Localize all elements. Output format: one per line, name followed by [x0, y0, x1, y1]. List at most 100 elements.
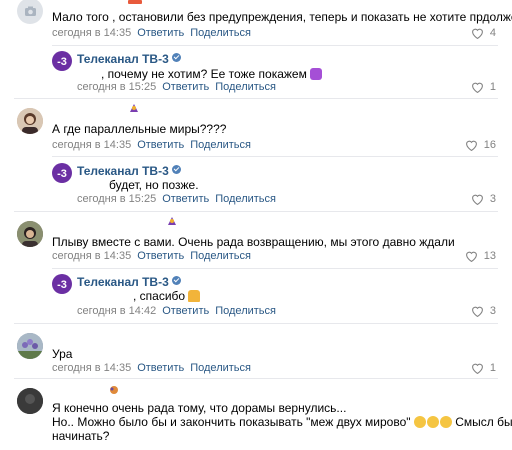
- tv3-avatar[interactable]: -3: [52, 274, 72, 294]
- like-count: 1: [489, 362, 496, 374]
- comment-meta: сегодня в 14:42 Ответить Поделиться: [77, 305, 276, 317]
- comment-time[interactable]: сегодня в 14:35: [52, 362, 131, 374]
- heart-icon: [465, 251, 477, 262]
- reply-link[interactable]: Ответить: [137, 27, 184, 39]
- comment-meta: сегодня в 15:25 Ответить Поделиться: [77, 193, 276, 205]
- svg-text:-3: -3: [57, 279, 67, 291]
- comment-meta: сегодня в 14:35 Ответить Поделиться: [52, 362, 251, 374]
- verified-icon: [171, 165, 181, 174]
- comment-time[interactable]: сегодня в 14:42: [77, 305, 156, 317]
- avatar[interactable]: [17, 0, 43, 24]
- share-link[interactable]: Поделиться: [190, 250, 251, 262]
- heart-icon: [465, 140, 477, 151]
- like-count: 4: [489, 27, 496, 39]
- user-photo-icon: [17, 221, 43, 247]
- comment-time[interactable]: сегодня в 14:35: [52, 139, 131, 151]
- reply-link[interactable]: Ответить: [137, 139, 184, 151]
- heart-icon: [471, 82, 483, 93]
- author-name[interactable]: Телеканал ТВ-3: [77, 52, 181, 66]
- heart-icon: [471, 194, 483, 205]
- comment-text: Ура: [52, 347, 73, 361]
- like-button[interactable]: 3: [471, 193, 496, 205]
- like-count: 3: [489, 193, 496, 205]
- like-button[interactable]: 1: [471, 81, 496, 93]
- sticker-icon: [108, 384, 120, 394]
- comment-text: А где параллельные миры????: [52, 122, 227, 136]
- tv3-logo-icon: -3: [57, 279, 67, 291]
- camera-icon: [25, 6, 36, 16]
- comment-time[interactable]: сегодня в 15:25: [77, 193, 156, 205]
- comment-meta: сегодня в 14:35 Ответить Поделиться: [52, 139, 251, 151]
- comment-meta: сегодня в 15:25 Ответить Поделиться: [77, 81, 276, 93]
- verified-icon: [171, 53, 181, 62]
- user-photo-icon: [17, 388, 43, 414]
- reply-link[interactable]: Ответить: [137, 362, 184, 374]
- tv3-avatar[interactable]: -3: [52, 51, 72, 71]
- share-link[interactable]: Поделиться: [215, 193, 276, 205]
- comment-time[interactable]: сегодня в 15:25: [77, 81, 156, 93]
- comment-text-line-1: Я конечно очень рада тому, что дорамы ве…: [52, 401, 347, 415]
- tv3-logo-icon: -3: [57, 56, 67, 68]
- like-button[interactable]: 4: [471, 27, 496, 39]
- like-button[interactable]: 16: [465, 139, 496, 151]
- comment-text-line-3: начинать?: [52, 429, 110, 443]
- verified-icon: [171, 276, 181, 285]
- avatar[interactable]: [17, 333, 43, 359]
- avatar[interactable]: [17, 221, 43, 247]
- comment-time[interactable]: сегодня в 14:35: [52, 250, 131, 262]
- share-link[interactable]: Поделиться: [215, 305, 276, 317]
- heart-icon: [471, 306, 483, 317]
- like-count: 1: [489, 81, 496, 93]
- like-button[interactable]: 1: [471, 362, 496, 374]
- confused-face-icon: [413, 416, 426, 428]
- comment-meta: сегодня в 14:35 Ответить Поделиться: [52, 250, 251, 262]
- divider: [52, 268, 498, 269]
- comment-text: Плыву вместе с вами. Очень рада возвраще…: [52, 235, 455, 249]
- avatar[interactable]: [17, 388, 43, 414]
- share-link[interactable]: Поделиться: [215, 81, 276, 93]
- comment-text-line-2: Но.. Можно было бы и закончить показыват…: [52, 415, 512, 429]
- like-button[interactable]: 13: [465, 250, 496, 262]
- reply-link[interactable]: Ответить: [162, 81, 209, 93]
- reply-link[interactable]: Ответить: [162, 193, 209, 205]
- confused-face-icon: [426, 416, 439, 428]
- like-button[interactable]: 3: [471, 305, 496, 317]
- author-name[interactable]: Телеканал ТВ-3: [77, 275, 181, 289]
- tv3-logo-icon: -3: [57, 168, 67, 180]
- purple-heart-icon: [310, 68, 323, 80]
- comment-text: будет, но позже.: [109, 178, 199, 192]
- folded-hands-icon: [188, 290, 201, 302]
- heart-icon: [471, 28, 483, 39]
- share-link[interactable]: Поделиться: [190, 27, 251, 39]
- flowers-photo-icon: [17, 333, 43, 359]
- author-name[interactable]: Телеканал ТВ-3: [77, 164, 181, 178]
- confused-face-icon: [439, 416, 452, 428]
- divider: [52, 156, 498, 157]
- comment-text: Мало того , остановили без предупреждени…: [52, 10, 512, 24]
- comment-time[interactable]: сегодня в 14:35: [52, 27, 131, 39]
- divider: [14, 378, 498, 379]
- share-link[interactable]: Поделиться: [190, 139, 251, 151]
- divider: [52, 45, 498, 46]
- divider: [14, 323, 498, 324]
- divider: [14, 98, 498, 99]
- svg-text:-3: -3: [57, 56, 67, 68]
- avatar[interactable]: [17, 108, 43, 134]
- user-photo-icon: [17, 108, 43, 134]
- comment-text: , почему не хотим? Ее тоже покажем: [101, 67, 323, 82]
- divider: [14, 211, 498, 212]
- comment-meta: сегодня в 14:35 Ответить Поделиться: [52, 27, 251, 39]
- heart-icon: [471, 363, 483, 374]
- comment-text: , спасибо: [133, 289, 201, 304]
- sticker-icon: [128, 102, 140, 112]
- reply-link[interactable]: Ответить: [137, 250, 184, 262]
- reply-link[interactable]: Ответить: [162, 305, 209, 317]
- like-count: 13: [483, 250, 496, 262]
- like-count: 3: [489, 305, 496, 317]
- sticker-icon: [166, 215, 178, 225]
- svg-text:-3: -3: [57, 168, 67, 180]
- tv3-avatar[interactable]: -3: [52, 163, 72, 183]
- sticker-icon: [128, 0, 142, 4]
- share-link[interactable]: Поделиться: [190, 362, 251, 374]
- like-count: 16: [483, 139, 496, 151]
